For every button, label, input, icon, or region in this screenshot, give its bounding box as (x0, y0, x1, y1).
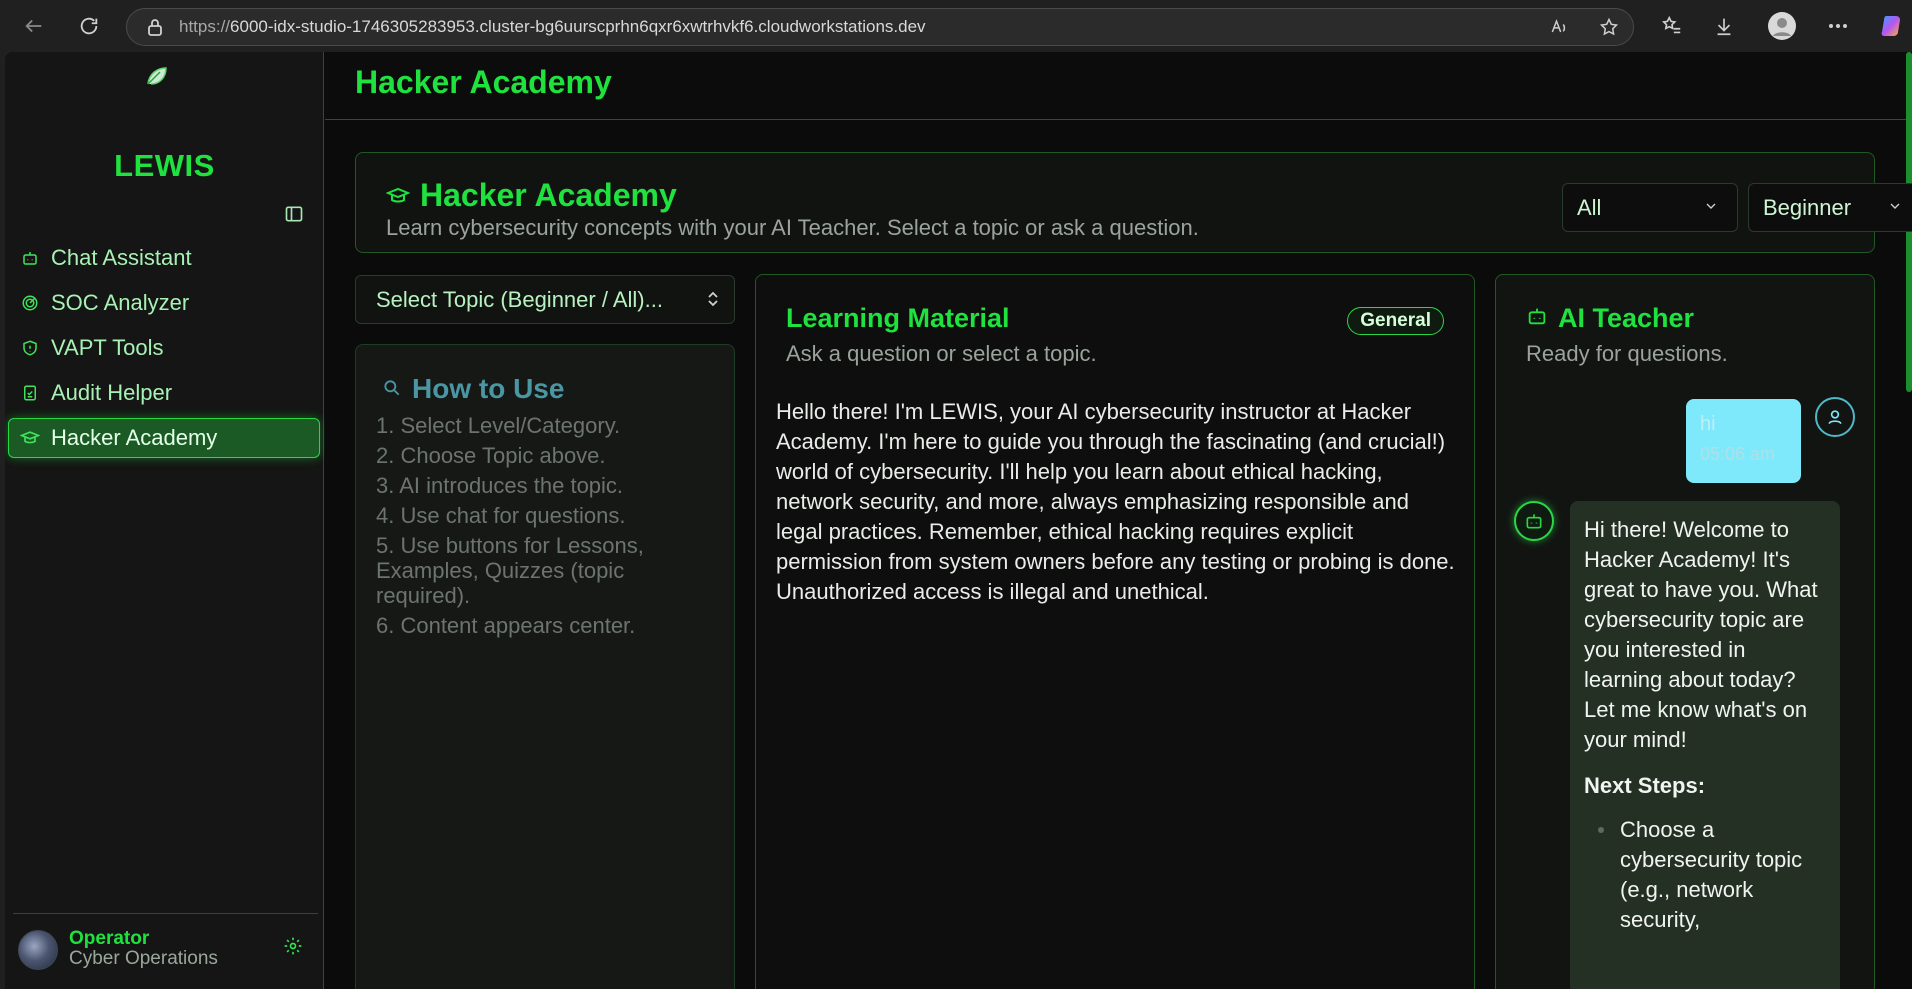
list-item: 2. Choose Topic above. (376, 443, 606, 468)
sidebar-item-audit-helper[interactable]: Audit Helper (8, 373, 320, 413)
download-icon[interactable] (1706, 8, 1742, 44)
next-steps-heading: Next Steps: (1584, 773, 1706, 798)
app-window: LEWIS Chat Assistant SOC Analyzer VAPT T… (5, 52, 1912, 989)
radar-icon (19, 292, 41, 314)
main-content: Hacker Academy Hacker Academy Learn cybe… (325, 52, 1912, 989)
sidebar-item-soc-analyzer[interactable]: SOC Analyzer (8, 283, 320, 323)
ai-teacher-status: Ready for questions. (1526, 341, 1728, 366)
leaf-logo-icon (143, 62, 171, 90)
graduation-cap-icon (385, 177, 411, 214)
top-bar: Hacker Academy (325, 52, 1912, 120)
topic-select[interactable]: Select Topic (Beginner / All)... (355, 275, 735, 324)
back-button[interactable] (16, 8, 52, 44)
list-item: 5. Use buttons for Lessons, Examples, Qu… (376, 533, 644, 608)
sidebar-item-label: Audit Helper (51, 380, 173, 405)
sidebar-item-vapt-tools[interactable]: VAPT Tools (8, 328, 320, 368)
search-icon (382, 373, 402, 405)
user-avatar-icon (1815, 397, 1855, 437)
brand-name: LEWIS (114, 148, 215, 183)
list-item: 4. Use chat for questions. (376, 503, 626, 528)
user-name: Operator (69, 928, 150, 949)
page-title: Hacker Academy (355, 64, 612, 100)
how-to-use-card: How to Use 1. Select Level/Category. 2. … (355, 344, 735, 989)
user-message-text: hi (1700, 413, 1716, 435)
copilot-icon[interactable] (1874, 8, 1910, 44)
academy-header-card: Hacker Academy Learn cybersecurity conce… (355, 152, 1912, 253)
favorite-star-icon[interactable] (1599, 17, 1619, 42)
ai-teacher-title: AI Teacher (1526, 303, 1694, 334)
read-aloud-icon[interactable] (1549, 17, 1569, 42)
graduation-cap-icon (19, 427, 41, 449)
list-item: 1. Select Level/Category. (376, 413, 621, 438)
level-select-value: Beginner (1763, 194, 1852, 220)
chevron-down-icon (1887, 198, 1903, 214)
ai-teacher-card: AI Teacher Ready for questions. hi 05:06… (1495, 274, 1875, 989)
learning-material-card: Learning Material Ask a question or sele… (755, 274, 1475, 989)
url-text: https://6000-idx-studio-1746305283953.cl… (179, 17, 926, 36)
chevron-up-down-icon (706, 290, 720, 308)
bot-avatar-icon (1514, 501, 1554, 541)
browser-toolbar: https://6000-idx-studio-1746305283953.cl… (0, 0, 1912, 52)
ai-teacher-title-text: AI Teacher (1558, 303, 1695, 333)
user-role: Cyber Operations (69, 948, 218, 969)
how-to-title: How to Use (382, 373, 564, 405)
learning-content: Hello there! I'm LEWIS, your AI cybersec… (776, 399, 1455, 604)
user-profile[interactable]: Operator Cyber Operations (13, 913, 318, 989)
bot-icon (1526, 303, 1548, 334)
learning-subtitle: Ask a question or select a topic. (786, 341, 1097, 366)
lock-icon (147, 18, 163, 36)
academy-title-text: Hacker Academy (420, 177, 677, 213)
category-select[interactable]: All (1562, 183, 1738, 232)
level-select[interactable]: Beginner (1748, 183, 1912, 232)
shield-icon (19, 337, 41, 359)
user-message: hi 05:06 am (1686, 399, 1801, 483)
list-item: Choose a cybersecurity topic (e.g., netw… (1598, 815, 1826, 935)
bot-message-text: Hi there! Welcome to Hacker Academy! It'… (1584, 517, 1818, 752)
topic-select-value: Select Topic (Beginner / All)... (376, 286, 663, 312)
chevron-down-icon (1703, 198, 1719, 214)
sidebar-item-chat-assistant[interactable]: Chat Assistant (8, 238, 320, 278)
list-item: 3. AI introduces the topic. (376, 473, 624, 498)
list-item: 6. Content appears center. (376, 613, 636, 638)
more-menu-icon[interactable] (1820, 8, 1856, 44)
bot-icon (19, 247, 41, 269)
sidebar-toggle-icon[interactable] (284, 204, 304, 224)
sidebar: LEWIS Chat Assistant SOC Analyzer VAPT T… (5, 52, 324, 989)
sidebar-item-label: Hacker Academy (51, 425, 218, 450)
address-bar[interactable]: https://6000-idx-studio-1746305283953.cl… (126, 8, 1634, 46)
favorites-list-icon[interactable] (1654, 8, 1690, 44)
reload-button[interactable] (71, 8, 107, 44)
gear-icon[interactable] (283, 936, 303, 956)
sidebar-item-hacker-academy[interactable]: Hacker Academy (8, 418, 320, 458)
learning-title: Learning Material (786, 303, 1010, 333)
next-steps-list: Choose a cybersecurity topic (e.g., netw… (1584, 815, 1826, 935)
academy-title: Hacker Academy (385, 177, 677, 214)
sidebar-item-label: SOC Analyzer (51, 290, 190, 315)
category-select-value: All (1577, 194, 1602, 220)
sidebar-nav: Chat Assistant SOC Analyzer VAPT Tools A… (8, 238, 320, 463)
academy-subtitle: Learn cybersecurity concepts with your A… (386, 215, 1199, 240)
sidebar-item-label: VAPT Tools (51, 335, 164, 360)
clipboard-check-icon (19, 382, 41, 404)
how-to-title-text: How to Use (412, 373, 565, 404)
category-badge: General (1347, 307, 1444, 335)
how-to-steps: 1. Select Level/Category. 2. Choose Topi… (376, 413, 706, 643)
bot-message: Hi there! Welcome to Hacker Academy! It'… (1570, 501, 1840, 989)
message-timestamp: 05:06 am (1700, 444, 1776, 464)
profile-avatar-icon[interactable] (1764, 8, 1800, 44)
avatar (18, 930, 58, 970)
sidebar-item-label: Chat Assistant (51, 245, 192, 270)
